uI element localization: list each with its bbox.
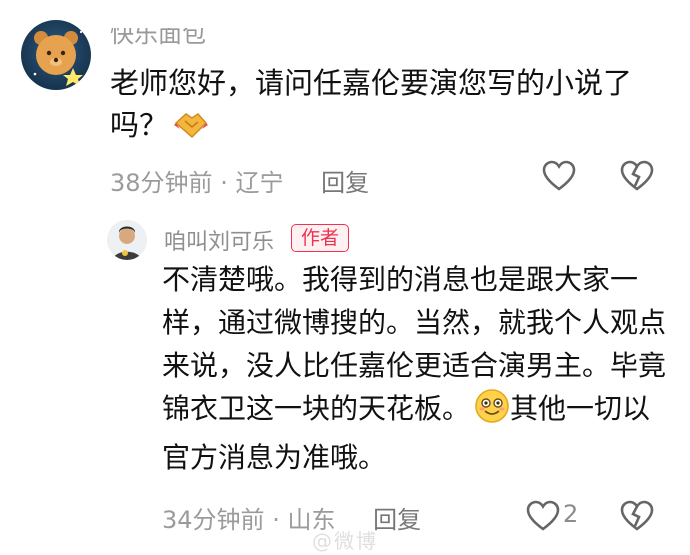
watermark: @微博 — [312, 529, 378, 553]
reply-button-1[interactable]: 回复 — [321, 169, 369, 197]
handshake-emoji-icon — [172, 107, 210, 152]
avatar-author[interactable] — [107, 220, 147, 260]
person-avatar-icon — [107, 220, 147, 260]
comment-text-2: 不清楚哦。我得到的消息也是跟大家一样，通过微博搜的。当然，就我个人观点来说，没人… — [162, 258, 667, 479]
like-button-2[interactable] — [526, 500, 560, 536]
meta-separator: · — [272, 506, 288, 534]
heart-icon — [526, 500, 560, 531]
broken-heart-icon — [620, 500, 654, 531]
meta-separator: · — [220, 169, 236, 197]
comment-meta-2: 34分钟前 · 山东 回复 — [162, 500, 421, 535]
comment-meta-1: 38分钟前 · 辽宁 回复 — [110, 163, 369, 198]
comment-time-2: 34分钟前 — [162, 506, 265, 534]
dislike-button-1[interactable] — [620, 160, 654, 196]
comment-time-1: 38分钟前 — [110, 169, 213, 197]
like-button-1[interactable] — [542, 160, 576, 196]
author-badge: 作者 — [291, 224, 350, 252]
dislike-button-2[interactable] — [620, 500, 654, 536]
smile-emoji-icon — [474, 388, 510, 436]
reply-button-2[interactable]: 回复 — [373, 506, 421, 534]
avatar-user-1[interactable] — [21, 20, 91, 90]
username-author[interactable]: 咱叫刘可乐 — [164, 224, 274, 256]
comment-location-1: 辽宁 — [235, 169, 284, 197]
bear-avatar-icon — [33, 30, 83, 86]
comment-text-1: 老师您好，请问任嘉伦要演您写的小说了吗？ — [110, 62, 650, 152]
heart-icon — [542, 160, 576, 191]
like-count-2: 2 — [563, 500, 579, 528]
username-1[interactable]: 快乐面包 — [110, 28, 206, 49]
broken-heart-icon — [620, 160, 654, 191]
